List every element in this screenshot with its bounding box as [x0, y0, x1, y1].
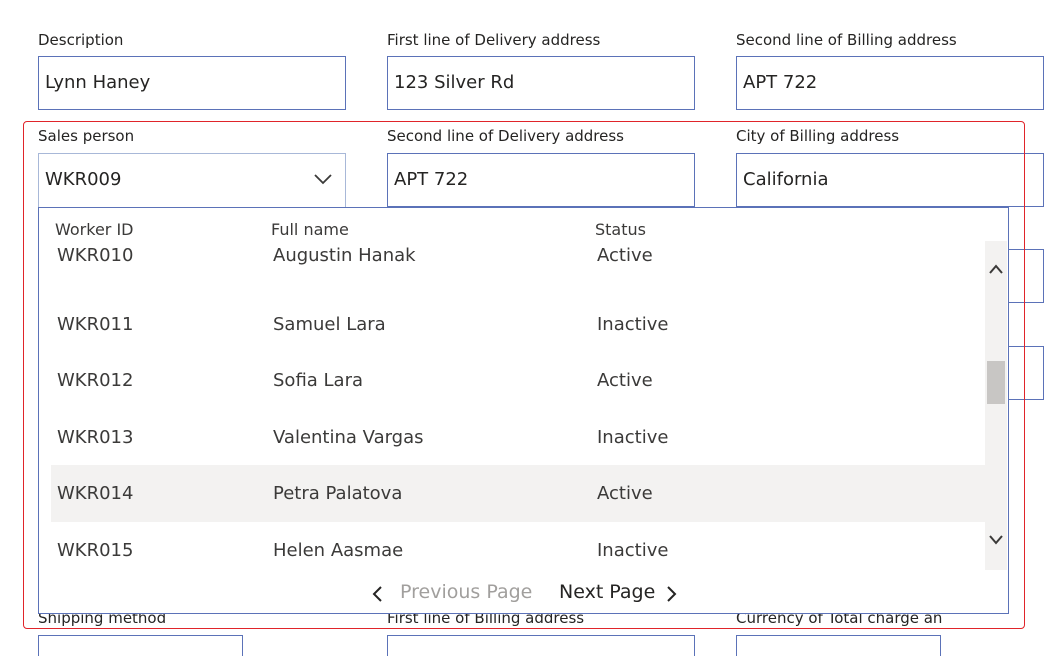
scroll-thumb[interactable] — [987, 361, 1005, 404]
worker-status: Active — [597, 483, 653, 505]
worker-name: Augustin Hanak — [273, 245, 416, 266]
chevron-left-icon — [372, 586, 382, 602]
worker-name: Samuel Lara — [273, 313, 386, 335]
billing-line2-label: Second line of Billing address — [736, 31, 957, 49]
list-item[interactable]: WKR011 Samuel Lara Inactive — [51, 296, 986, 353]
sales-person-combobox[interactable]: WKR009 — [38, 153, 346, 207]
billing-line1-input[interactable] — [387, 635, 695, 656]
list-item[interactable]: WKR012 Sofia Lara Active — [51, 352, 986, 409]
currency-input[interactable] — [736, 635, 941, 656]
next-page-button[interactable]: Next Page — [559, 581, 655, 603]
list-scrollbar[interactable] — [985, 241, 1007, 570]
worker-name: Sofia Lara — [273, 370, 364, 392]
chevron-right-icon[interactable] — [666, 585, 678, 603]
worker-status: Inactive — [597, 313, 669, 335]
delivery-line2-input[interactable]: APT 722 — [387, 153, 695, 207]
list-item-hovered[interactable]: WKR014 Petra Palatova Active — [51, 465, 986, 522]
shipping-method-input[interactable] — [38, 635, 243, 656]
column-header-full-name: Full name — [271, 220, 349, 239]
worker-status: Inactive — [597, 426, 669, 448]
list-item[interactable]: WKR010 Augustin Hanak Active — [51, 239, 986, 296]
delivery-line1-label: First line of Delivery address — [387, 31, 601, 49]
worker-id: WKR012 — [57, 370, 134, 392]
chevron-down-icon[interactable] — [313, 172, 333, 186]
list-item[interactable]: WKR015 Helen Aasmae Inactive — [51, 522, 986, 579]
previous-page-button[interactable]: Previous Page — [400, 581, 532, 603]
worker-id: WKR015 — [57, 539, 134, 561]
list-item[interactable]: WKR013 Valentina Vargas Inactive — [51, 409, 986, 466]
sales-person-label: Sales person — [38, 127, 135, 145]
billing-city-label: City of Billing address — [736, 127, 900, 145]
column-header-status: Status — [595, 220, 646, 239]
worker-list: WKR010 Augustin Hanak Active WKR011 Samu… — [51, 239, 986, 579]
description-input[interactable]: Lynn Haney — [38, 56, 346, 110]
delivery-line2-label: Second line of Delivery address — [387, 127, 624, 145]
worker-id: WKR011 — [57, 313, 134, 335]
sales-person-value: WKR009 — [45, 169, 122, 190]
worker-status: Active — [597, 370, 653, 392]
description-label: Description — [38, 31, 124, 49]
worker-name: Helen Aasmae — [273, 539, 404, 561]
chevron-up-icon[interactable] — [988, 263, 1004, 275]
worker-id: WKR010 — [57, 245, 134, 266]
pagination: Previous Page Next Page — [39, 578, 1008, 608]
billing-city-input[interactable]: California — [736, 153, 1044, 207]
worker-status: Active — [597, 245, 653, 266]
billing-line2-input[interactable]: APT 722 — [736, 56, 1044, 110]
column-header-worker-id: Worker ID — [55, 220, 134, 239]
chevron-down-icon[interactable] — [988, 534, 1004, 546]
worker-status: Inactive — [597, 539, 669, 561]
worker-name: Valentina Vargas — [273, 426, 424, 448]
worker-name: Petra Palatova — [273, 483, 403, 505]
sales-person-dropdown[interactable]: Worker ID Full name Status WKR010 August… — [38, 207, 1009, 614]
worker-id: WKR014 — [57, 483, 134, 505]
worker-id: WKR013 — [57, 426, 134, 448]
delivery-line1-input[interactable]: 123 Silver Rd — [387, 56, 695, 110]
